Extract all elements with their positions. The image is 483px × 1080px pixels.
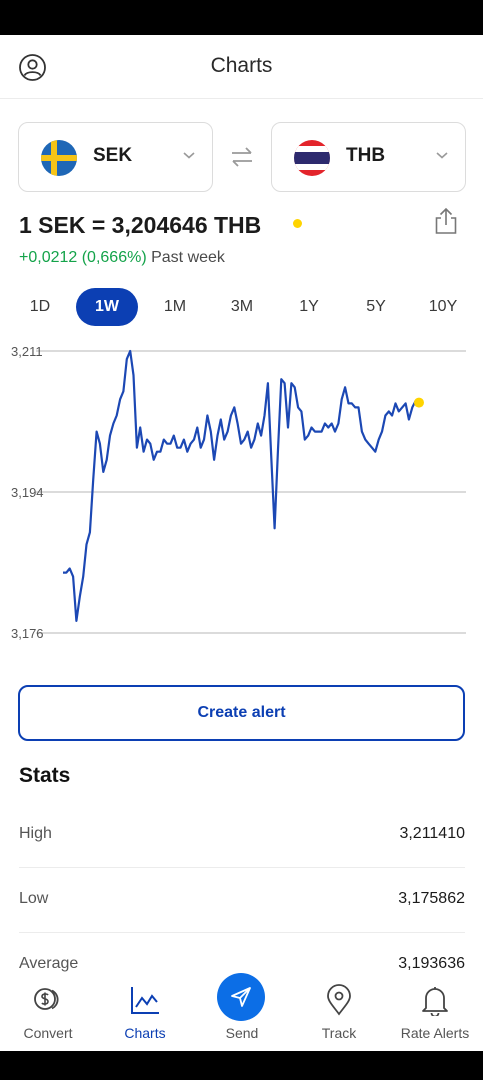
nav-item-rate-alerts[interactable]: Rate Alerts <box>387 972 483 1051</box>
chart-y-tick-label: 3,176 <box>11 626 44 641</box>
stats-heading: Stats <box>19 764 71 787</box>
charts-screen: Charts SEK THB 1 SEK = 3,204646 THB +0,0… <box>0 35 483 1051</box>
from-currency-selector[interactable]: SEK <box>18 122 213 192</box>
stat-value: 3,193636 <box>398 955 465 972</box>
sweden-flag-icon <box>41 140 77 176</box>
stat-value: 3,175862 <box>398 890 465 907</box>
period-tab-1m[interactable]: 1M <box>144 288 206 326</box>
period-selector: 1D 1W 1M 3M 1Y 5Y 10Y <box>6 288 477 326</box>
chart-y-tick-label: 3,194 <box>11 485 44 500</box>
stat-value: 3,211410 <box>399 825 465 842</box>
period-tab-3m[interactable]: 3M <box>211 288 273 326</box>
to-currency-selector[interactable]: THB <box>271 122 466 192</box>
thailand-flag-icon <box>294 140 330 176</box>
rate-series-line <box>63 349 420 622</box>
top-bar: Charts <box>0 35 483 99</box>
nav-item-track[interactable]: Track <box>291 972 387 1051</box>
rate-change: +0,0212 (0,666%) Past week <box>19 249 225 267</box>
chart-last-point <box>413 397 424 408</box>
charts-icon <box>131 987 159 1014</box>
rate-chart[interactable]: 3,211 3,194 3,176 <box>0 335 483 655</box>
chart-y-tick-label: 3,211 <box>11 344 43 359</box>
nav-label: Track <box>321 1025 357 1041</box>
period-tab-1w[interactable]: 1W <box>76 288 138 326</box>
exchange-rate: 1 SEK = 3,204646 THB <box>19 212 262 238</box>
stat-label: Average <box>19 955 79 972</box>
nav-label: Charts <box>124 1025 166 1041</box>
rate-change-value: +0,0212 (0,666%) <box>19 249 147 266</box>
swap-currencies-icon[interactable] <box>229 145 255 169</box>
send-button-circle <box>217 973 265 1021</box>
bell-icon <box>422 987 448 1016</box>
create-alert-button[interactable]: Create alert <box>18 685 465 741</box>
share-icon[interactable] <box>434 207 458 235</box>
nav-label: Send <box>225 1025 259 1041</box>
rate-change-period: Past week <box>151 249 225 266</box>
live-indicator-dot <box>293 219 302 228</box>
from-currency-code: SEK <box>93 145 133 166</box>
chevron-down-icon <box>183 152 195 159</box>
period-tab-1d[interactable]: 1D <box>9 288 71 326</box>
chevron-down-icon <box>436 152 448 159</box>
nav-item-charts[interactable]: Charts <box>97 972 193 1051</box>
period-tab-10y[interactable]: 10Y <box>412 288 474 326</box>
convert-coins-icon <box>34 988 59 1010</box>
page-title: Charts <box>210 54 273 77</box>
bottom-navigation: Convert Charts Send Track Rate Alerts <box>0 972 483 1051</box>
send-icon <box>231 987 251 1007</box>
stat-row-high: High 3,211410 <box>19 803 465 868</box>
stat-row-low: Low 3,175862 <box>19 868 465 933</box>
to-currency-code: THB <box>346 145 386 166</box>
period-tab-5y[interactable]: 5Y <box>345 288 407 326</box>
location-pin-icon <box>327 984 351 1016</box>
stat-label: High <box>19 825 52 842</box>
period-tab-1y[interactable]: 1Y <box>278 288 340 326</box>
stat-label: Low <box>19 890 49 907</box>
nav-item-send[interactable]: Send <box>194 972 290 1051</box>
nav-label: Convert <box>23 1025 73 1041</box>
nav-item-convert[interactable]: Convert <box>0 972 96 1051</box>
nav-label: Rate Alerts <box>400 1025 470 1041</box>
